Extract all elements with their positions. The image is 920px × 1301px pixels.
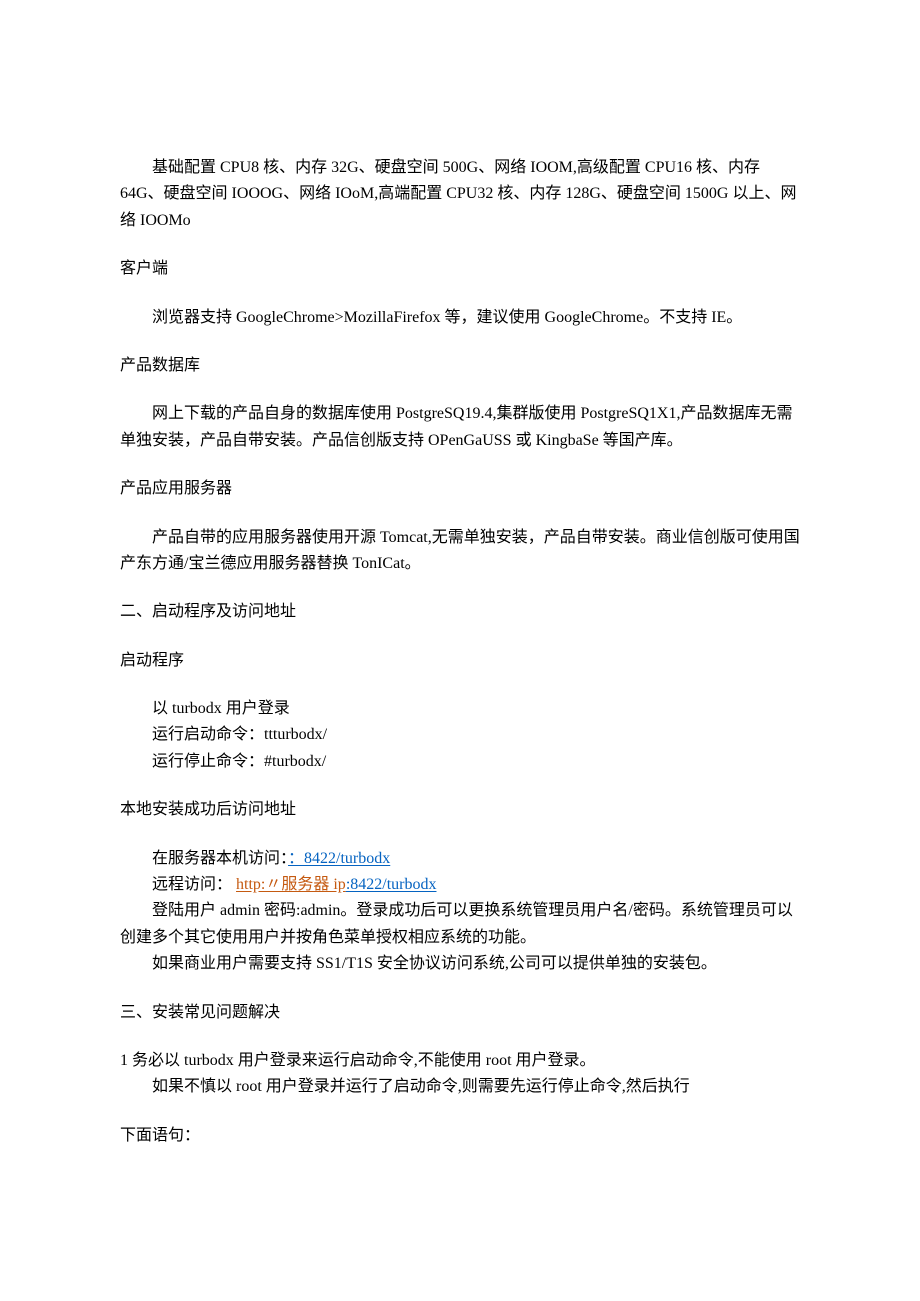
document-page: 基础配置 CPU8 核、内存 32G、硬盘空间 500G、网络 IOOM,高级配… [0,0,920,1301]
heading-database: 产品数据库 [120,353,800,379]
paragraph-ssl-info: 如果商业用户需要支持 SS1/T1S 安全协议访问系统,公司可以提供单独的安装包… [120,951,800,977]
heading-startup: 启动程序 [120,648,800,674]
startup-line-3: 运行停止命令：#turbodx/ [120,749,800,775]
faq-line-2: 如果不慎以 root 用户登录并运行了启动命令,则需要先运行停止命令,然后执行 [120,1074,800,1100]
faq-block: 1 务必以 turbodx 用户登录来运行启动命令,不能使用 root 用户登录… [120,1048,800,1101]
text-remote-access: 远程访问： [152,876,236,893]
paragraph-config: 基础配置 CPU8 核、内存 32G、硬盘空间 500G、网络 IOOM,高级配… [120,155,800,234]
link-remote-url-port[interactable]: :8422/turbodx [346,876,437,893]
heading-section-3: 三、安装常见问题解决 [120,1000,800,1026]
local-access-block: 在服务器本机访问：：8422/turbodx 远程访问： http:〃服务器 i… [120,846,800,978]
heading-appserver: 产品应用服务器 [120,476,800,502]
local-access-line-1: 在服务器本机访问：：8422/turbodx [120,846,800,872]
paragraph-next-statement: 下面语句： [120,1123,800,1149]
text-local-server: 在服务器本机访问： [152,850,288,867]
link-remote-url-host[interactable]: http:〃服务器 ip [236,876,346,893]
heading-section-2: 二、启动程序及访问地址 [120,599,800,625]
paragraph-appserver: 产品自带的应用服务器使用开源 Tomcat,无需单独安装，产品自带安装。商业信创… [120,525,800,578]
local-access-line-2: 远程访问： http:〃服务器 ip:8422/turbodx [120,872,800,898]
faq-line-1: 1 务必以 turbodx 用户登录来运行启动命令,不能使用 root 用户登录… [120,1048,800,1074]
startup-line-1: 以 turbodx 用户登录 [120,696,800,722]
paragraph-client: 浏览器支持 GoogleChrome>MozillaFirefox 等，建议使用… [120,305,800,331]
paragraph-database: 网上下载的产品自身的数据库使用 PostgreSQ19.4,集群版使用 Post… [120,401,800,454]
heading-client: 客户端 [120,256,800,282]
paragraph-login-info: 登陆用户 admin 密码:admin。登录成功后可以更换系统管理员用户名/密码… [120,898,800,951]
link-local-url[interactable]: ：8422/turbodx [288,850,390,867]
startup-line-2: 运行启动命令：ttturbodx/ [120,722,800,748]
heading-local-access: 本地安装成功后访问地址 [120,797,800,823]
startup-commands: 以 turbodx 用户登录 运行启动命令：ttturbodx/ 运行停止命令：… [120,696,800,775]
